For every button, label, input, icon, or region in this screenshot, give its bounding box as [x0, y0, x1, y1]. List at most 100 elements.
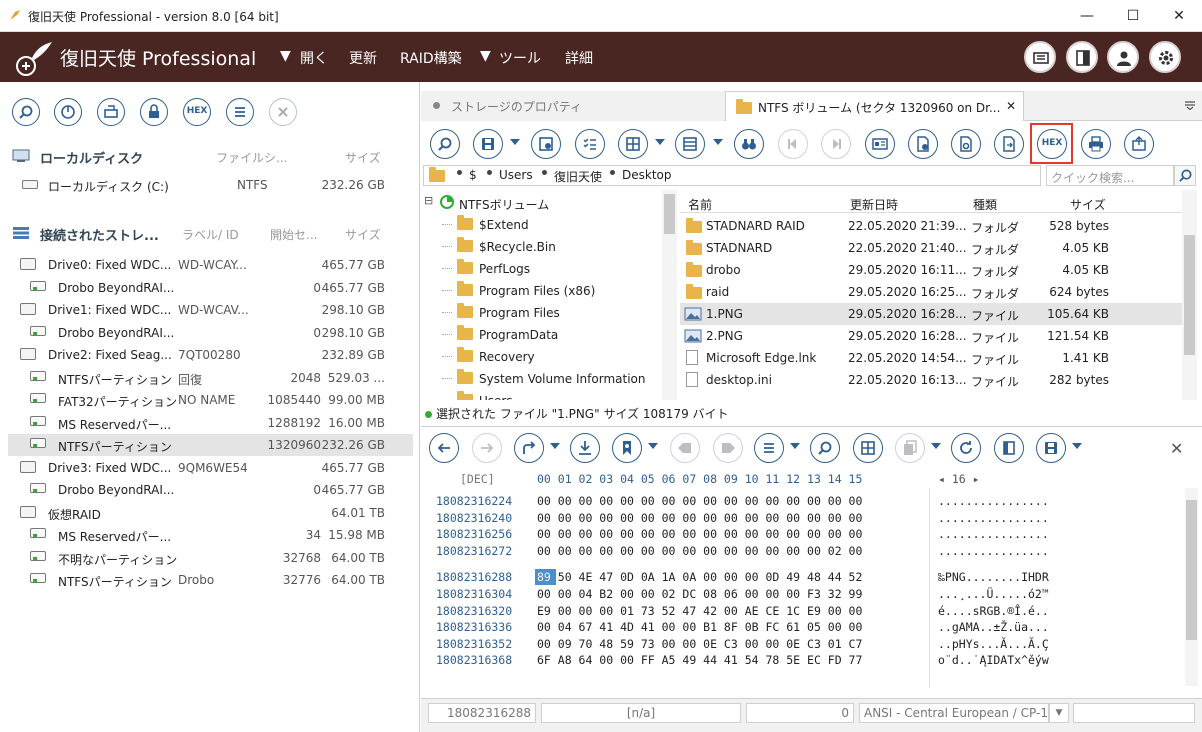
collapse-toggle[interactable]: ⊟	[424, 194, 433, 207]
encoding-dropdown-arrow[interactable]: ▼	[1049, 703, 1069, 723]
storage-disk-row[interactable]: 仮想RAID 64.01 TB	[8, 502, 413, 524]
file-row[interactable]: STADNARD 22.05.2020 21:40... フォルダ 4.05 KB	[680, 237, 1182, 259]
storage-disk-row[interactable]: Drive3: Fixed WDC... 9QM6WE54 465.77 GB	[8, 457, 413, 479]
hex-ascii[interactable]: ................	[938, 511, 1049, 525]
col-name[interactable]: 名前	[688, 196, 712, 213]
storage-partition-row[interactable]: FAT32パーティション NO NAME 1085440 99.00 MB	[8, 389, 413, 411]
file-row[interactable]: raid 29.05.2020 16:25... フォルダ 624 bytes	[680, 281, 1182, 303]
prev-bookmark-button[interactable]	[670, 433, 700, 463]
list-button[interactable]	[226, 98, 254, 126]
details-view-button[interactable]	[675, 129, 705, 159]
file-row[interactable]: 2.PNG 29.05.2020 16:28... ファイル 121.54 KB	[680, 325, 1182, 347]
back-button[interactable]	[429, 433, 459, 463]
tab-storage-properties[interactable]: ストレージのプロパティ	[421, 91, 724, 121]
hex-search-button[interactable]	[810, 433, 840, 463]
storage-partition-row[interactable]: MS Reservedパー... 1288192 16.00 MB	[8, 412, 413, 434]
view-mode-button[interactable]	[618, 129, 648, 159]
tab-ntfs-volume[interactable]: NTFS ボリューム (セクタ 1320960 on Dr... ✕	[725, 91, 1024, 121]
col-size[interactable]: サイズ	[345, 226, 381, 243]
offset-field[interactable]: 0	[746, 703, 854, 723]
panel-toggle-button[interactable]	[1066, 41, 1098, 73]
view-dropdown-arrow[interactable]	[655, 139, 665, 145]
hex-ascii[interactable]: ................	[938, 527, 1049, 541]
storage-disk-row[interactable]: Drive2: Fixed Seag... 7QT00280 232.89 GB	[8, 344, 413, 366]
encoding-select[interactable]: ANSI - Central European / CP-12	[859, 703, 1049, 723]
scan-button[interactable]	[54, 98, 82, 126]
tree-scrollbar[interactable]	[662, 190, 677, 400]
col-modified[interactable]: 更新日時	[850, 196, 898, 213]
bookmark-dropdown-arrow[interactable]	[648, 443, 658, 449]
hex-ascii[interactable]: ................	[938, 544, 1049, 558]
quick-search-button[interactable]	[1174, 165, 1196, 186]
hex-bytes[interactable]: 00 00 00 00 00 00 00 00 00 00 00 00 00 0…	[537, 544, 862, 558]
scroll-thumb[interactable]	[1186, 500, 1197, 640]
export-button[interactable]	[1124, 129, 1154, 159]
recover-button[interactable]	[531, 129, 561, 159]
file-row[interactable]: desktop.ini 22.05.2020 16:13... ファイル 282 by…	[680, 369, 1182, 391]
next-bookmark-button[interactable]	[713, 433, 743, 463]
layout-button[interactable]	[853, 433, 883, 463]
download-button[interactable]	[570, 433, 600, 463]
minimize-button[interactable]: —	[1064, 0, 1110, 32]
lock-button[interactable]	[140, 98, 168, 126]
list-options-dropdown-arrow[interactable]	[790, 443, 800, 449]
checklist-button[interactable]	[575, 129, 605, 159]
forward-button[interactable]	[472, 433, 502, 463]
copy-dropdown-arrow[interactable]	[931, 443, 941, 449]
logs-button[interactable]	[1024, 41, 1056, 73]
path-segment[interactable]: Desktop	[622, 168, 672, 182]
copy-button[interactable]	[895, 433, 925, 463]
open-menu-arrow[interactable]: ▼	[280, 48, 291, 64]
search-button[interactable]	[12, 98, 40, 126]
col-size[interactable]: サイズ	[345, 149, 381, 166]
col-size[interactable]: サイズ	[1070, 196, 1106, 213]
hex-ascii[interactable]: o¨d..˙ĄIDATx^ěýw	[938, 653, 1049, 667]
bookmark-button[interactable]	[612, 433, 642, 463]
image-button[interactable]	[97, 98, 125, 126]
hex-save-dropdown-arrow[interactable]	[1072, 443, 1082, 449]
local-disk-row[interactable]: ローカルディスク (C:) NTFS 232.26 GB	[8, 174, 413, 196]
storage-partition-row[interactable]: MS Reservedパー... 34 15.98 MB	[8, 524, 413, 546]
hex-save-button[interactable]	[1036, 433, 1066, 463]
hex-bytes[interactable]: 6F A8 64 00 00 FF A5 49 44 41 54 78 5E E…	[537, 653, 862, 667]
menu-open[interactable]: 開く	[300, 48, 328, 68]
menu-details[interactable]: 詳細	[565, 48, 593, 68]
hex-bytes[interactable]: 00 00 00 00 00 00 00 00 00 00 00 00 00 0…	[537, 511, 862, 525]
bytes-per-row-control[interactable]: ◂ 16 ▸	[938, 472, 980, 486]
storage-partition-row[interactable]: Drobo BeyondRAI... 0 465.77 GB	[8, 277, 413, 299]
col-filesystem[interactable]: ファイルシ...	[216, 149, 287, 166]
hex-ascii[interactable]: ..pHYs...Ă...Ă.Ç	[938, 637, 1049, 651]
menu-refresh[interactable]: 更新	[349, 48, 377, 68]
hex-bytes[interactable]: 00 00 00 00 00 00 00 00 00 00 00 00 00 0…	[537, 527, 862, 541]
open-file-button[interactable]	[994, 129, 1024, 159]
file-row[interactable]: 1.PNG 29.05.2020 16:28... ファイル 105.64 KB	[680, 303, 1182, 325]
storage-disk-row[interactable]: Drive0: Fixed WDC... WD-WCAY... 465.77 GB	[8, 254, 413, 276]
file-info-button[interactable]	[908, 129, 938, 159]
col-start-sector[interactable]: 開始セ...	[270, 226, 317, 243]
menu-raid-build[interactable]: RAID構築	[400, 48, 462, 68]
properties-button[interactable]	[865, 129, 895, 159]
tab-close-button[interactable]: ✕	[1006, 99, 1016, 113]
storage-partition-row[interactable]: Drobo BeyondRAI... 0 298.10 GB	[8, 322, 413, 344]
hex-ascii[interactable]: ................	[938, 494, 1049, 508]
panel-button[interactable]	[994, 433, 1024, 463]
file-row[interactable]: STADNARD RAID 22.05.2020 21:39... フォルダ 528 …	[680, 215, 1182, 237]
path-segment[interactable]: 復旧天使	[554, 168, 602, 185]
address-field[interactable]: 18082316288	[428, 703, 536, 723]
storage-partition-row[interactable]: NTFSパーティション 1320960 232.26 GB	[8, 434, 413, 456]
hex-bytes[interactable]: E9 00 00 00 01 73 52 47 42 00 AE CE 1C E…	[537, 604, 862, 618]
hex-ascii[interactable]: é....sRGB.®Î.é..	[938, 604, 1049, 618]
dec-label[interactable]: [DEC]	[460, 472, 495, 486]
path-bar[interactable]: $ Users 復旧天使 Desktop	[423, 165, 1041, 186]
hex-bytes[interactable]: 00 09 70 48 59 73 00 00 0E C3 00 00 0E C…	[537, 637, 862, 651]
find-button[interactable]	[734, 129, 764, 159]
close-hex-button[interactable]: ✕	[1170, 439, 1183, 458]
search-files-button[interactable]	[430, 129, 460, 159]
menu-tools[interactable]: ツール	[499, 48, 541, 68]
save-button[interactable]	[473, 129, 503, 159]
hex-bytes[interactable]: 00 00 04 B2 00 00 02 DC 08 06 00 00 00 F…	[537, 587, 862, 601]
raid-menu-arrow[interactable]: ▼	[480, 48, 491, 64]
hex-bytes[interactable]: 00 00 00 00 00 00 00 00 00 00 00 00 00 0…	[537, 494, 862, 508]
close-window-button[interactable]: ✕	[1156, 0, 1202, 32]
hex-ascii[interactable]: ‰PNG........IHDR	[938, 570, 1049, 584]
